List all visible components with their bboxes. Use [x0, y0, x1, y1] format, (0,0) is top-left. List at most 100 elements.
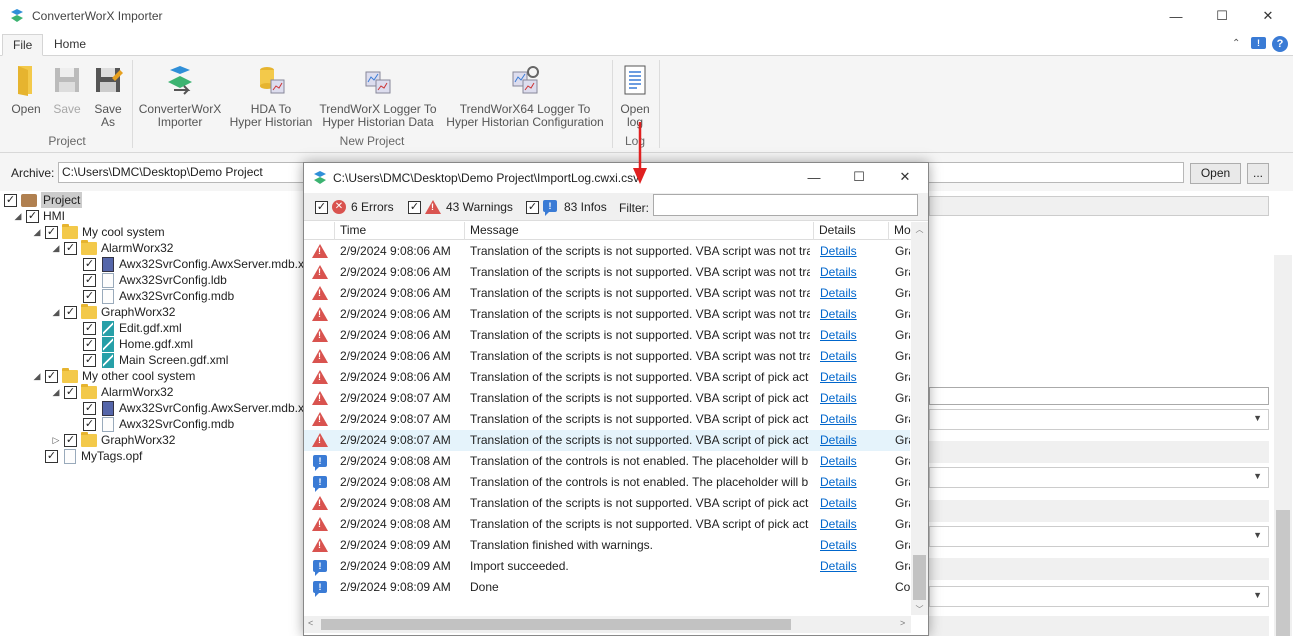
archive-open-button[interactable]: Open: [1190, 163, 1241, 184]
details-link[interactable]: Details: [820, 556, 857, 577]
log-horizontal-scrollbar[interactable]: < >: [304, 616, 911, 633]
details-link[interactable]: Details: [820, 241, 857, 262]
tree-node[interactable]: ✓ Awx32SvrConfig.ldb: [69, 272, 227, 288]
tree-checkbox[interactable]: ✓: [83, 417, 96, 431]
dropdown[interactable]: ▼: [929, 586, 1269, 607]
details-link[interactable]: Details: [820, 262, 857, 283]
expand-toggle-icon[interactable]: ◢: [50, 240, 62, 256]
close-button[interactable]: ✕: [1245, 0, 1291, 32]
tree-checkbox[interactable]: ✓: [83, 353, 96, 367]
infos-toggle[interactable]: ✓ ! 83 Infos: [526, 200, 607, 216]
maximize-button[interactable]: ☐: [1199, 0, 1245, 32]
tree-checkbox[interactable]: ✓: [83, 289, 96, 303]
details-link[interactable]: Details: [820, 493, 857, 514]
archive-browse-button[interactable]: ...: [1247, 163, 1269, 184]
tree-node[interactable]: ◢ ✓ AlarmWorx32: [50, 383, 173, 400]
tree-node[interactable]: ✓ Main Screen.gdf.xml: [69, 352, 228, 368]
table-row[interactable]: 2/9/2024 9:08:07 AM Translation of the sc…: [304, 409, 910, 430]
table-row[interactable]: 2/9/2024 9:08:06 AM Translation of the sc…: [304, 241, 910, 262]
table-row[interactable]: 2/9/2024 9:08:06 AM Translation of the sc…: [304, 262, 910, 283]
details-link[interactable]: Details: [820, 430, 857, 451]
table-row[interactable]: 2/9/2024 9:08:06 AM Translation of the sc…: [304, 304, 910, 325]
tree-node[interactable]: ◢ ✓ My cool system: [31, 223, 165, 240]
errors-toggle[interactable]: ✓ ✕ 6 Errors: [315, 200, 394, 214]
tree-checkbox[interactable]: ✓: [64, 305, 77, 319]
log-vertical-scrollbar[interactable]: ︿ ﹀: [911, 222, 928, 615]
scrollbar-thumb[interactable]: [1276, 510, 1290, 636]
save-button[interactable]: Save: [49, 64, 85, 116]
col-module[interactable]: Mo: [889, 222, 912, 240]
expand-toggle-icon[interactable]: ◢: [50, 304, 62, 320]
table-row[interactable]: 2/9/2024 9:08:06 AM Translation of the sc…: [304, 367, 910, 388]
dialog-maximize-button[interactable]: ☐: [836, 162, 882, 192]
details-link[interactable]: Details: [820, 388, 857, 409]
dialog-close-button[interactable]: ✕: [882, 162, 928, 192]
scroll-left-icon[interactable]: <: [308, 618, 313, 628]
tree-checkbox[interactable]: ✓: [26, 209, 39, 223]
collapse-ribbon-icon[interactable]: ⌃: [1232, 38, 1240, 49]
table-row[interactable]: ! 2/9/2024 9:08:08 AM Translation of the c…: [304, 472, 910, 493]
tree-node[interactable]: ✓ Awx32SvrConfig.mdb: [69, 416, 234, 432]
col-type[interactable]: [304, 222, 335, 240]
details-link[interactable]: Details: [820, 451, 857, 472]
minimize-button[interactable]: —: [1153, 0, 1199, 32]
scroll-up-icon[interactable]: ︿: [911, 224, 928, 235]
converterworx-importer-button[interactable]: ConverterWorX Importer: [136, 64, 224, 129]
tree-node[interactable]: ✓ Home.gdf.xml: [69, 336, 193, 352]
tree-node[interactable]: ✓ Awx32SvrConfig.mdb: [69, 288, 234, 304]
info-icon[interactable]: !: [1251, 37, 1266, 49]
details-link[interactable]: Details: [820, 283, 857, 304]
name-field[interactable]: [929, 196, 1269, 216]
table-row[interactable]: 2/9/2024 9:08:06 AM Translation of the sc…: [304, 283, 910, 304]
tree-checkbox[interactable]: ✓: [64, 433, 77, 447]
details-link[interactable]: Details: [820, 535, 857, 556]
tree-node[interactable]: ▷ ✓ GraphWorx32: [50, 431, 175, 448]
tab-file[interactable]: File: [2, 34, 44, 56]
table-row[interactable]: ! 2/9/2024 9:08:08 AM Translation of the c…: [304, 451, 910, 472]
tree-checkbox[interactable]: ✓: [83, 337, 96, 351]
table-row[interactable]: 2/9/2024 9:08:06 AM Translation of the sc…: [304, 325, 910, 346]
scrollbar-thumb[interactable]: [321, 619, 791, 630]
details-link[interactable]: Details: [820, 514, 857, 535]
scroll-right-icon[interactable]: >: [900, 618, 905, 628]
tree-checkbox[interactable]: ✓: [83, 273, 96, 287]
tab-home[interactable]: Home: [44, 34, 96, 56]
details-link[interactable]: Details: [820, 409, 857, 430]
tree-node[interactable]: ✓ Awx32SvrConfig.AwxServer.mdb.x: [69, 256, 304, 272]
tree-node[interactable]: ✓ MyTags.opf: [31, 448, 142, 464]
tree-node[interactable]: ◢ ✓ AlarmWorx32: [50, 239, 173, 256]
scrollbar-thumb[interactable]: [913, 555, 926, 600]
details-link[interactable]: Details: [820, 346, 857, 367]
table-row[interactable]: 2/9/2024 9:08:08 AM Translation of the sc…: [304, 493, 910, 514]
panel-scrollbar[interactable]: [1274, 255, 1292, 636]
tree-checkbox[interactable]: ✓: [83, 401, 96, 415]
tree-node[interactable]: ✓ Project: [4, 192, 83, 208]
details-link[interactable]: Details: [820, 472, 857, 493]
save-as-button[interactable]: Save As: [90, 64, 126, 129]
table-row[interactable]: ! 2/9/2024 9:08:09 AM Import succeeded. Det…: [304, 556, 910, 577]
warnings-checkbox[interactable]: ✓: [408, 200, 421, 214]
details-link[interactable]: Details: [820, 367, 857, 388]
details-link[interactable]: Details: [820, 304, 857, 325]
col-message[interactable]: Message: [465, 222, 814, 240]
col-time[interactable]: Time: [335, 222, 465, 240]
dropdown[interactable]: ▼: [929, 467, 1269, 488]
trendworx64-logger-button[interactable]: TrendWorX64 Logger To Hyper Historian Co…: [442, 64, 608, 129]
errors-checkbox[interactable]: ✓: [315, 200, 328, 214]
help-icon[interactable]: ?: [1272, 36, 1288, 52]
dialog-minimize-button[interactable]: —: [791, 162, 837, 192]
table-row[interactable]: 2/9/2024 9:08:07 AM Translation of the sc…: [304, 388, 910, 409]
table-row[interactable]: 2/9/2024 9:08:06 AM Translation of the sc…: [304, 346, 910, 367]
open-button[interactable]: Open: [8, 64, 44, 116]
tree-checkbox[interactable]: ✓: [4, 193, 17, 207]
tree-checkbox[interactable]: ✓: [45, 449, 58, 463]
tree-node[interactable]: ◢ ✓ HMI: [12, 208, 65, 224]
tree-checkbox[interactable]: ✓: [64, 385, 77, 399]
table-row[interactable]: 2/9/2024 9:08:07 AM Translation of the sc…: [304, 430, 910, 451]
expand-toggle-icon[interactable]: ◢: [31, 368, 43, 384]
expand-toggle-icon[interactable]: ◢: [12, 208, 24, 224]
tree-checkbox[interactable]: ✓: [64, 241, 77, 255]
text-field[interactable]: [929, 387, 1269, 405]
dropdown[interactable]: ▼: [929, 409, 1269, 430]
table-row[interactable]: 2/9/2024 9:08:09 AM Translation finished …: [304, 535, 910, 556]
